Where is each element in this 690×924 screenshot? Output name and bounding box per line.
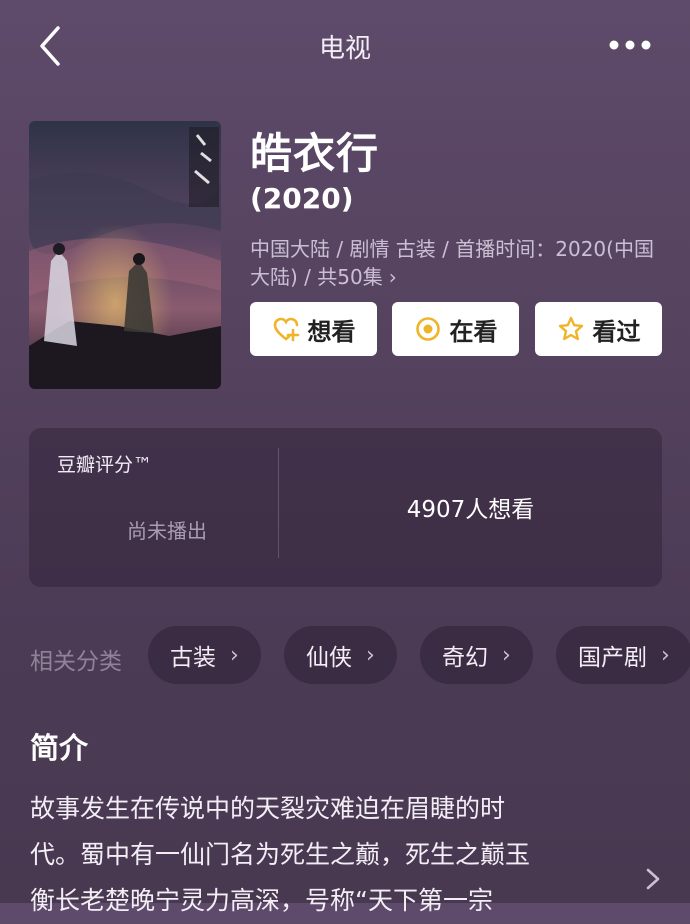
category-chip[interactable]: 奇幻 › xyxy=(420,626,533,684)
top-bar: 电视 xyxy=(0,0,690,92)
synopsis-title: 简介 xyxy=(30,731,89,765)
heart-plus-icon xyxy=(273,317,299,342)
chevron-right-icon: › xyxy=(230,642,239,668)
chevron-right-icon: › xyxy=(388,265,397,289)
rating-title: 豆瓣评分™ xyxy=(57,454,153,476)
synopsis-text[interactable]: 故事发生在传说中的天裂灾难迫在眉睫的时 代。蜀中有一仙门名为死生之巅，死生之巅玉… xyxy=(30,786,620,924)
chevron-right-icon: › xyxy=(366,642,375,668)
want-to-watch-label: 想看 xyxy=(307,317,356,346)
category-chip-label: 仙侠 xyxy=(306,645,352,671)
synopsis-line: 代。蜀中有一仙门名为死生之巅，死生之巅玉 xyxy=(30,840,531,869)
category-chip-label: 古装 xyxy=(170,645,216,671)
more-button[interactable] xyxy=(600,30,660,60)
show-title: 皓衣行 xyxy=(250,129,380,178)
chevron-right-icon xyxy=(646,868,660,890)
more-dots-icon xyxy=(609,40,651,50)
want-count: 4907人想看 xyxy=(406,497,535,523)
show-meta-text: 中国大陆 / 剧情 古装 / 首播时间：2020(中国大陆) / 共50集 xyxy=(250,237,654,289)
rating-status: 尚未播出 xyxy=(127,519,207,543)
watched-button[interactable]: 看过 xyxy=(535,302,662,356)
category-chip-label: 国产剧 xyxy=(578,645,647,671)
circle-dot-icon xyxy=(415,317,440,341)
category-chip[interactable]: 国产剧 › xyxy=(556,626,690,684)
show-meta[interactable]: 中国大陆 / 剧情 古装 / 首播时间：2020(中国大陆) / 共50集 › xyxy=(250,235,660,291)
synopsis-line: 故事发生在传说中的天裂灾难迫在眉睫的时 xyxy=(30,794,506,823)
category-chip-label: 奇幻 xyxy=(442,645,488,671)
watching-label: 在看 xyxy=(449,317,498,346)
category-chip[interactable]: 仙侠 › xyxy=(284,626,397,684)
chevron-right-icon: › xyxy=(661,642,670,668)
page-title: 电视 xyxy=(318,34,371,64)
categories-label: 相关分类 xyxy=(30,649,122,675)
watching-button[interactable]: 在看 xyxy=(392,302,519,356)
synopsis-line: 衡长老楚晚宁灵力高深，号称“天下第一宗 xyxy=(30,886,493,915)
want-to-watch-button[interactable]: 想看 xyxy=(250,302,377,356)
poster-image[interactable] xyxy=(29,121,221,389)
watched-label: 看过 xyxy=(592,317,641,346)
show-year: (2020) xyxy=(250,182,354,215)
category-chip[interactable]: 古装 › xyxy=(148,626,261,684)
star-icon xyxy=(558,316,583,341)
rating-card[interactable]: 豆瓣评分™ 尚未播出 4907人想看 xyxy=(29,428,662,587)
synopsis-expand-button[interactable] xyxy=(640,862,666,896)
chevron-right-icon: › xyxy=(502,642,511,668)
